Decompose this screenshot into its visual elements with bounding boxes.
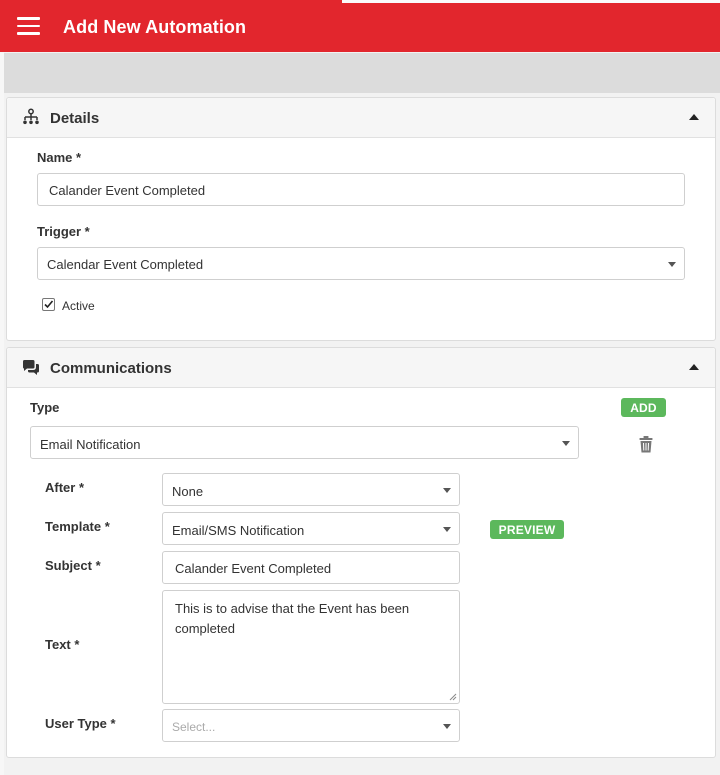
active-checkbox[interactable] [42, 298, 55, 311]
trigger-value: Calendar Event Completed [47, 257, 204, 272]
subject-field[interactable]: Calander Event Completed [162, 551, 460, 584]
text-label: Text * [45, 637, 80, 652]
chevron-down-icon [668, 262, 676, 267]
trash-icon[interactable] [639, 436, 653, 453]
chevron-down-icon [443, 527, 451, 532]
sitemap-icon [23, 108, 39, 125]
chevron-down-icon [562, 441, 570, 446]
after-value: None [172, 484, 204, 499]
template-select[interactable]: Email/SMS Notification [162, 512, 460, 545]
trigger-select[interactable]: Calendar Event Completed [37, 247, 685, 280]
left-edge [0, 52, 4, 775]
chat-bubbles-icon [23, 360, 39, 375]
preview-button[interactable]: PREVIEW [490, 520, 564, 539]
type-value: Email Notification [40, 437, 141, 452]
app-header: Add New Automation [0, 0, 720, 52]
active-label: Active [62, 299, 95, 313]
resize-grip-icon[interactable] [449, 693, 457, 701]
type-label: Type [30, 400, 60, 415]
add-button[interactable]: ADD [621, 398, 666, 417]
details-title: Details [50, 110, 100, 127]
user-type-select[interactable]: Select... [162, 709, 460, 742]
communications-panel-header[interactable]: Communications [7, 348, 715, 388]
top-strip [342, 0, 720, 3]
details-panel: Details [6, 97, 716, 341]
subject-label: Subject * [45, 558, 101, 573]
toolbar-strip [4, 53, 720, 93]
collapse-caret-icon[interactable] [689, 114, 699, 120]
after-select[interactable]: None [162, 473, 460, 506]
name-field[interactable]: Calander Event Completed [37, 173, 685, 206]
hamburger-menu-icon[interactable] [17, 17, 40, 35]
communications-title: Communications [50, 360, 172, 377]
trigger-label: Trigger * [37, 224, 90, 239]
page-title: Add New Automation [63, 17, 247, 37]
checkmark-icon [44, 300, 54, 309]
chevron-down-icon [443, 724, 451, 729]
text-area[interactable]: This is to advise that the Event has bee… [162, 590, 460, 704]
user-type-label: User Type * [45, 716, 116, 731]
template-value: Email/SMS Notification [172, 523, 305, 538]
name-label: Name * [37, 150, 82, 165]
chevron-down-icon [443, 488, 451, 493]
type-select[interactable]: Email Notification [30, 426, 579, 459]
details-panel-header[interactable]: Details [7, 98, 715, 138]
text-value: This is to advise that the Event has bee… [175, 601, 410, 636]
after-label: After * [45, 480, 85, 495]
collapse-caret-icon[interactable] [689, 364, 699, 370]
user-type-placeholder: Select... [172, 720, 216, 734]
template-label: Template * [45, 519, 110, 534]
